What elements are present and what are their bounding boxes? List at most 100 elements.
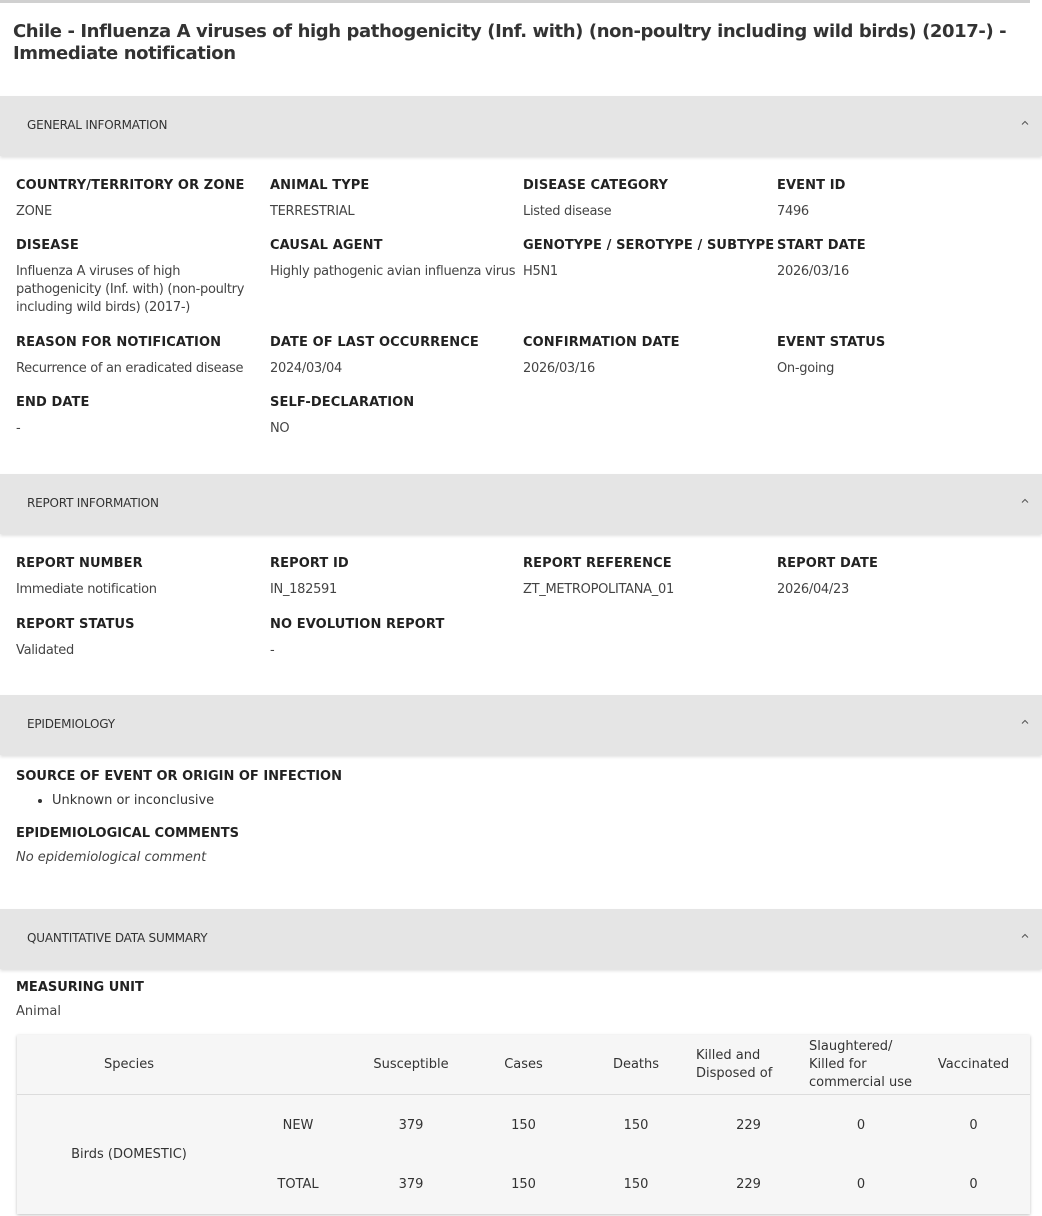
field-value: 2024/03/04 <box>270 361 342 376</box>
field-report-status: REPORT STATUS Validated <box>16 617 264 660</box>
field-value: 7496 <box>777 204 809 219</box>
field-label: START DATE <box>777 238 866 253</box>
field-label: END DATE <box>16 395 90 410</box>
species-cell: Birds (DOMESTIC) <box>71 1147 187 1162</box>
field-label: DISEASE CATEGORY <box>523 178 669 193</box>
field-value: Validated <box>16 643 74 658</box>
field-label: EVENT ID <box>777 178 846 193</box>
susceptible-cell: 379 <box>398 1117 424 1133</box>
source-of-event-label: SOURCE OF EVENT OR ORIGIN OF INFECTION <box>16 769 342 784</box>
field-end-date: END DATE - <box>16 395 264 438</box>
vaccinated-cell: 0 <box>969 1117 978 1133</box>
chevron-up-icon[interactable] <box>1020 717 1030 727</box>
field-country: COUNTRY/TERRITORY OR ZONE ZONE <box>16 178 264 221</box>
field-report-date: REPORT DATE 2026/04/23 <box>777 556 1025 599</box>
field-label: REPORT DATE <box>777 556 878 571</box>
epidemiology-header[interactable]: EPIDEMIOLOGY <box>0 695 1042 755</box>
susceptible-cell: 379 <box>398 1177 424 1193</box>
general-information-header[interactable]: GENERAL INFORMATION <box>0 96 1042 156</box>
killed-cell: 229 <box>736 1117 761 1133</box>
field-label: REPORT REFERENCE <box>523 556 672 571</box>
column-header-type <box>241 1035 355 1095</box>
chevron-up-icon[interactable] <box>1020 496 1030 506</box>
field-value: ZT_METROPOLITANA_01 <box>523 582 674 597</box>
source-list: Unknown or inconclusive <box>16 793 214 808</box>
field-disease: DISEASE Influenza A viruses of high path… <box>16 238 264 317</box>
field-label: REPORT STATUS <box>16 617 135 632</box>
field-label: CAUSAL AGENT <box>270 238 383 253</box>
killed-cell: 229 <box>736 1177 761 1193</box>
table-row: Birds (DOMESTIC) NEW 379 150 150 229 0 0 <box>17 1095 1030 1162</box>
row-type-cell: NEW <box>282 1117 314 1133</box>
field-event-status: EVENT STATUS On-going <box>777 335 1025 378</box>
field-value: On-going <box>777 361 835 376</box>
field-value: 2026/03/16 <box>523 361 595 376</box>
section-label: GENERAL INFORMATION <box>27 118 168 132</box>
field-label: ANIMAL TYPE <box>270 178 370 193</box>
quantitative-table: Species Susceptible Cases Deaths Killed … <box>17 1035 1030 1214</box>
deaths-cell: 150 <box>623 1117 649 1133</box>
field-label: DISEASE <box>16 238 79 253</box>
deaths-cell: 150 <box>623 1177 649 1193</box>
table-header-row: Species Susceptible Cases Deaths Killed … <box>17 1035 1030 1095</box>
column-header-slaughtered: Slaughtered/ Killed for commercial use <box>805 1035 917 1095</box>
field-label: CONFIRMATION DATE <box>523 335 680 350</box>
field-value: 2026/03/16 <box>777 264 849 279</box>
field-value: Recurrence of an eradicated disease <box>16 361 244 376</box>
field-confirmation-date: CONFIRMATION DATE 2026/03/16 <box>523 335 771 378</box>
chevron-up-icon[interactable] <box>1020 118 1030 128</box>
field-value: Highly pathogenic avian influenza virus <box>270 264 516 279</box>
field-value: NO <box>270 421 290 436</box>
measuring-unit-label: MEASURING UNIT <box>16 980 144 995</box>
column-header-cases: Cases <box>467 1035 580 1095</box>
top-border <box>0 0 1030 3</box>
field-causal-agent: CAUSAL AGENT Highly pathogenic avian inf… <box>270 238 518 281</box>
field-event-id: EVENT ID 7496 <box>777 178 1025 221</box>
section-label: EPIDEMIOLOGY <box>27 717 115 731</box>
field-reason: REASON FOR NOTIFICATION Recurrence of an… <box>16 335 264 378</box>
column-header-vaccinated: Vaccinated <box>917 1035 1030 1095</box>
row-type-cell: TOTAL <box>277 1177 319 1193</box>
field-label: COUNTRY/TERRITORY OR ZONE <box>16 178 245 193</box>
field-value: - <box>270 643 275 658</box>
field-no-evolution-report: NO EVOLUTION REPORT - <box>270 617 518 660</box>
field-report-id: REPORT ID IN_182591 <box>270 556 518 599</box>
page-title: Chile - Influenza A viruses of high path… <box>13 21 1007 64</box>
field-value: H5N1 <box>523 264 558 279</box>
field-report-number: REPORT NUMBER Immediate notification <box>16 556 264 599</box>
field-report-reference: REPORT REFERENCE ZT_METROPOLITANA_01 <box>523 556 771 599</box>
field-value: - <box>16 421 21 436</box>
cases-cell: 150 <box>511 1117 536 1133</box>
field-label: REPORT ID <box>270 556 349 571</box>
field-genotype: GENOTYPE / SEROTYPE / SUBTYPE H5N1 <box>523 238 775 281</box>
field-label: EVENT STATUS <box>777 335 886 350</box>
field-value: 2026/04/23 <box>777 582 849 597</box>
vaccinated-cell: 0 <box>969 1177 978 1193</box>
field-start-date: START DATE 2026/03/16 <box>777 238 1025 281</box>
chevron-up-icon[interactable] <box>1020 931 1030 941</box>
section-label: REPORT INFORMATION <box>27 496 159 510</box>
field-value: ZONE <box>16 204 52 219</box>
field-label: DATE OF LAST OCCURRENCE <box>270 335 479 350</box>
field-value: Listed disease <box>523 204 612 219</box>
field-label: SELF-DECLARATION <box>270 395 415 410</box>
field-value: TERRESTRIAL <box>270 204 355 219</box>
field-label: GENOTYPE / SEROTYPE / SUBTYPE <box>523 238 775 253</box>
column-header-susceptible: Susceptible <box>355 1035 467 1095</box>
field-value: Immediate notification <box>16 582 157 597</box>
column-header-deaths: Deaths <box>580 1035 692 1095</box>
column-header-species: Species <box>17 1035 241 1095</box>
field-self-declaration: SELF-DECLARATION NO <box>270 395 518 438</box>
epidemiological-comments-value: No epidemiological comment <box>16 850 207 865</box>
column-header-killed-disposed: Killed and Disposed of <box>692 1035 805 1095</box>
quantitative-data-summary-header[interactable]: QUANTITATIVE DATA SUMMARY <box>0 909 1042 969</box>
report-information-header[interactable]: REPORT INFORMATION <box>0 474 1042 534</box>
section-label: QUANTITATIVE DATA SUMMARY <box>27 931 208 945</box>
slaughtered-cell: 0 <box>856 1177 866 1193</box>
field-last-occurrence: DATE OF LAST OCCURRENCE 2024/03/04 <box>270 335 518 378</box>
field-label: REASON FOR NOTIFICATION <box>16 335 222 350</box>
field-value: Influenza A viruses of high pathogenicit… <box>16 264 245 315</box>
list-item: Unknown or inconclusive <box>52 793 214 808</box>
field-value: IN_182591 <box>270 582 337 597</box>
epidemiological-comments-label: EPIDEMIOLOGICAL COMMENTS <box>16 826 239 841</box>
